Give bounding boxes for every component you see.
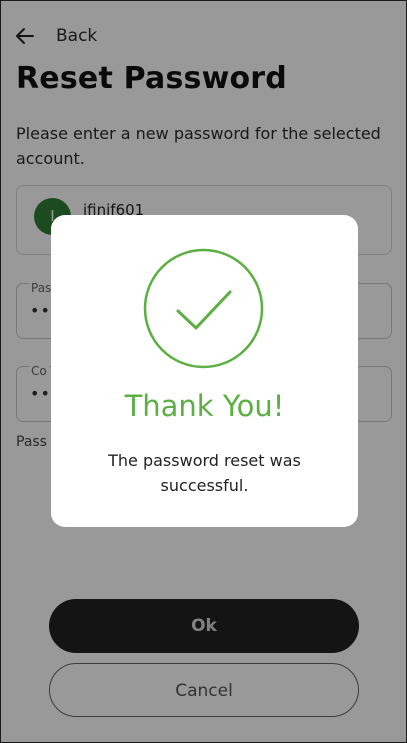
dialog-title: Thank You! (124, 389, 285, 423)
checkmark-circle-icon (143, 248, 264, 369)
success-dialog: Thank You! The password reset was succes… (51, 215, 358, 527)
reset-password-screen: Back Reset Password Please enter a new p… (0, 0, 407, 743)
dialog-message: The password reset was successful. (108, 451, 301, 495)
